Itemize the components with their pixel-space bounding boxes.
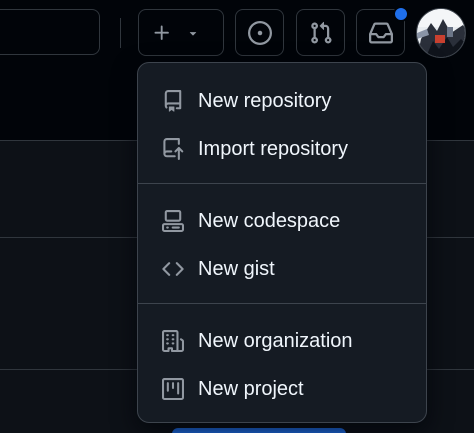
create-new-menu: New repository Import repository New cod… [137,62,427,423]
menu-separator [138,303,426,304]
notification-indicator [393,6,409,22]
menu-separator [138,183,426,184]
menu-item-label: New repository [198,90,332,112]
search-input[interactable] [0,9,100,55]
create-new-button[interactable] [138,9,224,56]
menu-item-new-gist[interactable]: New gist [138,245,426,293]
inbox-icon [368,21,393,45]
issues-button[interactable] [235,9,284,56]
table-icon [162,378,184,400]
triangle-down-icon [186,26,200,40]
background-primary-button [172,428,346,433]
user-avatar[interactable] [416,8,466,58]
menu-item-label: Import repository [198,138,349,160]
menu-item-new-repository[interactable]: New repository [138,77,426,125]
menu-item-new-project[interactable]: New project [138,365,426,413]
codespaces-icon [162,210,184,232]
issue-opened-icon [247,20,272,45]
git-pull-request-icon [309,21,333,45]
menu-item-new-codespace[interactable]: New codespace [138,197,426,245]
code-icon [162,258,184,280]
menu-item-label: New gist [198,258,275,280]
plus-icon [152,23,172,43]
menu-item-label: New codespace [198,210,341,232]
pull-requests-button[interactable] [296,9,345,56]
page: New repository Import repository New cod… [0,0,474,433]
repo-icon [162,90,184,112]
header-divider [120,18,121,48]
repo-push-icon [162,138,184,160]
menu-item-import-repository[interactable]: Import repository [138,125,426,173]
menu-item-label: New organization [198,330,353,352]
organization-icon [162,330,184,352]
menu-item-new-organization[interactable]: New organization [138,317,426,365]
menu-item-label: New project [198,378,304,400]
